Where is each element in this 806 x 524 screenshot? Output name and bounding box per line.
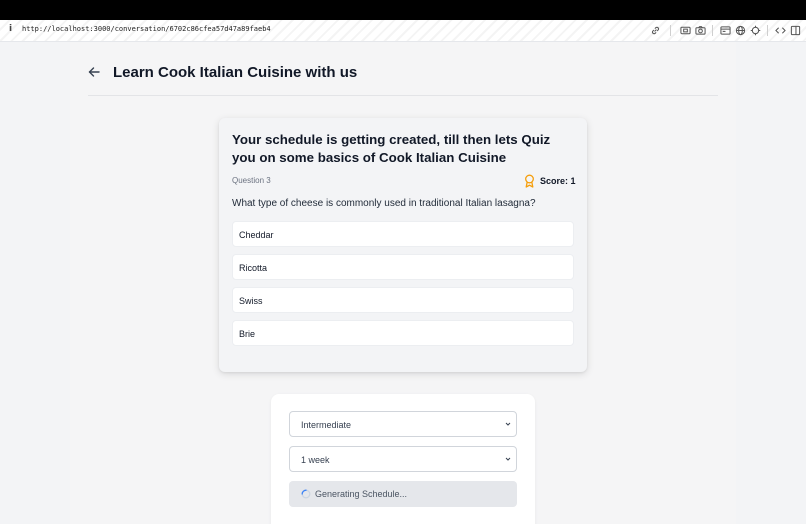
answer-option[interactable]: Cheddar bbox=[232, 221, 574, 247]
toolbar-divider bbox=[712, 25, 713, 36]
browser-address-bar: i http://localhost:3000/conversation/670… bbox=[0, 20, 806, 42]
code-icon[interactable] bbox=[775, 25, 786, 36]
crosshair-icon[interactable] bbox=[750, 25, 761, 36]
link-icon[interactable] bbox=[650, 25, 661, 36]
score-label: Score: 1 bbox=[540, 176, 576, 186]
url-text[interactable]: http://localhost:3000/conversation/6702c… bbox=[22, 25, 271, 33]
chevron-down-icon bbox=[504, 420, 512, 428]
info-icon[interactable]: i bbox=[9, 24, 12, 34]
window-top-bar bbox=[0, 0, 806, 20]
chevron-down-icon bbox=[504, 455, 512, 463]
toolbar-divider bbox=[670, 25, 671, 36]
spinner-icon bbox=[301, 489, 311, 499]
answer-option[interactable]: Ricotta bbox=[232, 254, 574, 280]
level-select-value: Intermediate bbox=[301, 420, 352, 430]
duration-select-value: 1 week bbox=[301, 455, 330, 465]
answer-option[interactable]: Brie bbox=[232, 320, 574, 346]
generate-button-label: Generating Schedule... bbox=[315, 489, 408, 499]
award-icon bbox=[523, 174, 536, 188]
page-title: Learn Cook Italian Cuisine with us bbox=[113, 64, 358, 81]
duration-select[interactable]: 1 week bbox=[289, 446, 517, 472]
back-arrow-icon[interactable] bbox=[87, 65, 101, 79]
toolbar-divider bbox=[767, 25, 768, 36]
quiz-card: Your schedule is getting created, till t… bbox=[219, 118, 587, 372]
generate-schedule-button[interactable]: Generating Schedule... bbox=[289, 481, 517, 507]
question-number: Question 3 bbox=[232, 176, 271, 185]
split-view-icon[interactable] bbox=[790, 25, 801, 36]
level-select[interactable]: Intermediate bbox=[289, 411, 517, 437]
globe-icon[interactable] bbox=[735, 25, 746, 36]
camera-icon[interactable] bbox=[695, 25, 706, 36]
schedule-card: Intermediate 1 week Generating Schedule.… bbox=[271, 394, 535, 524]
answer-option[interactable]: Swiss bbox=[232, 287, 574, 313]
quiz-heading: Your schedule is getting created, till t… bbox=[232, 132, 551, 165]
screenshot-icon[interactable] bbox=[680, 25, 691, 36]
window-icon[interactable] bbox=[720, 25, 731, 36]
question-text: What type of cheese is commonly used in … bbox=[232, 198, 536, 209]
title-divider bbox=[88, 95, 718, 96]
